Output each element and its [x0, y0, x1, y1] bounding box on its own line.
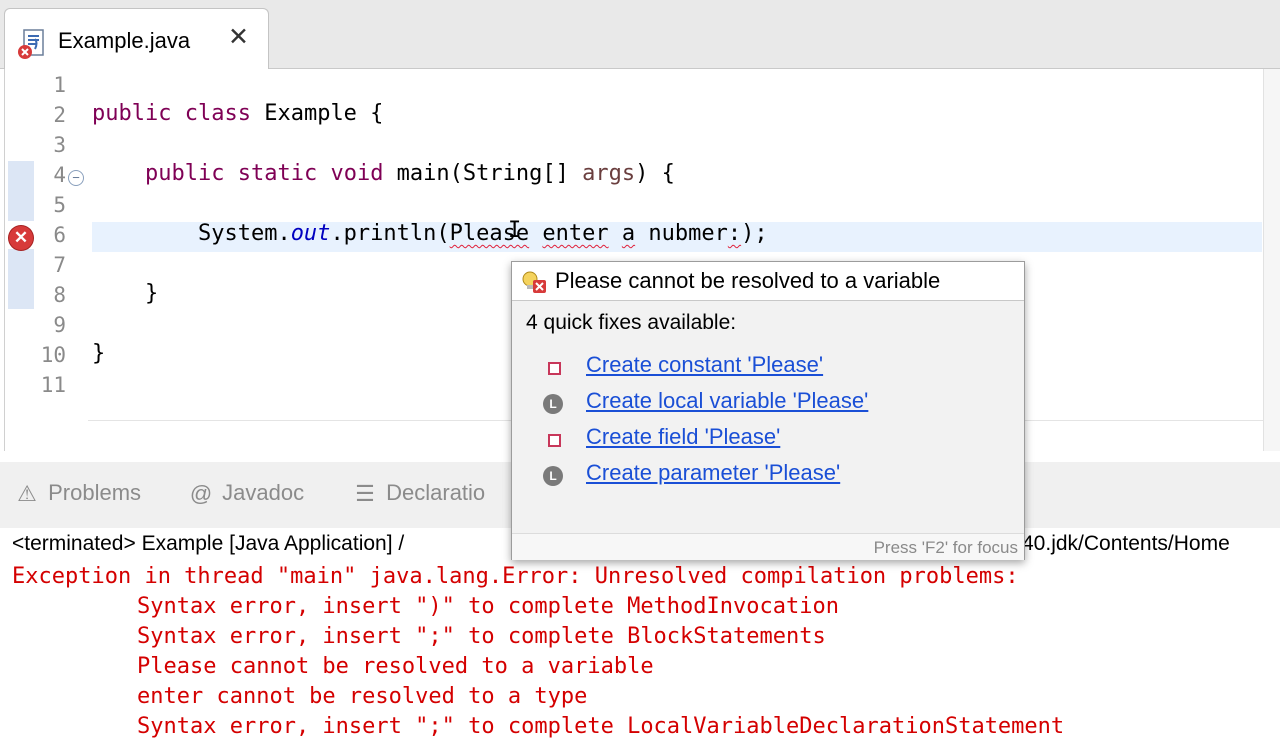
line-number: 5	[53, 193, 66, 217]
quick-fix-count: 4 quick fixes available:	[526, 311, 737, 334]
line-number: 11	[40, 373, 66, 397]
code-line-8: }	[92, 281, 159, 306]
line-number: 2	[53, 103, 66, 127]
line-number: 4	[53, 163, 66, 187]
parameter-icon: L	[543, 466, 563, 486]
overview-ruler[interactable]	[1263, 69, 1280, 451]
line-number: 1	[53, 73, 66, 97]
error-token-a[interactable]: a	[622, 221, 635, 246]
local-variable-icon: L	[543, 394, 563, 414]
java-file-error-icon	[18, 29, 44, 59]
tab-declaration[interactable]: ☰ Declaratio	[350, 480, 485, 512]
quick-fix-link[interactable]: Create local variable 'Please'	[586, 388, 868, 414]
quick-fix-header: Please cannot be resolved to a variable	[512, 262, 1024, 301]
quick-fix-item[interactable]: Create field 'Please'	[512, 421, 1024, 455]
code-text: main(String[]	[383, 161, 583, 186]
text-cursor-icon: I	[508, 218, 522, 243]
keyword: public	[92, 101, 172, 126]
code-text: nubmer	[635, 221, 728, 246]
quick-fix-item[interactable]: L Create parameter 'Please'	[512, 457, 1024, 491]
close-icon[interactable]: ✕	[228, 25, 249, 50]
quick-fix-item[interactable]: L Create local variable 'Please'	[512, 385, 1024, 419]
code-text: .println(	[330, 221, 450, 246]
tab-problems[interactable]: ⚠ Problems	[12, 480, 141, 512]
quick-fix-popup: Please cannot be resolved to a variable …	[511, 261, 1025, 560]
tab-label: Problems	[48, 480, 142, 505]
tab-label: Declaratio	[386, 480, 486, 505]
editor-tab-example-java[interactable]: Example.java ✕	[4, 8, 269, 70]
constant-icon	[548, 362, 561, 375]
error-token-enter[interactable]: enter	[542, 221, 608, 246]
focus-hint: Press 'F2' for focus	[873, 538, 1018, 557]
console-line: Please cannot be resolved to a variable	[137, 654, 654, 679]
parameter-name: args	[582, 161, 636, 186]
vertical-ruler-highlight	[8, 249, 34, 309]
quick-fix-link[interactable]: Create constant 'Please'	[586, 352, 823, 378]
code-line-4: public static void main(String[] args) {	[92, 161, 675, 186]
declaration-icon: ☰	[355, 481, 375, 507]
vertical-ruler-highlight	[8, 161, 34, 221]
error-marker-icon[interactable]: ✕	[9, 226, 33, 250]
javadoc-icon: @	[189, 481, 213, 507]
editor-tab-title: Example.java	[58, 28, 191, 53]
keyword: static	[237, 161, 318, 186]
code-line-6: System.out.println(Please enter a nubmer…	[92, 221, 768, 246]
quick-fix-item[interactable]: Create constant 'Please'	[512, 349, 1024, 383]
line-number: 9	[53, 313, 66, 337]
editor-tab-bar: Example.java ✕	[0, 0, 1280, 70]
code-text: );	[741, 221, 768, 246]
console-line: Exception in thread "main" java.lang.Err…	[12, 564, 1032, 589]
code-line-10: }	[92, 341, 106, 366]
keyword: public	[144, 161, 225, 186]
console-line: Syntax error, insert ";" to complete Blo…	[137, 624, 826, 649]
quick-fix-link[interactable]: Create field 'Please'	[586, 424, 780, 450]
collapse-icon[interactable]: −	[68, 170, 84, 186]
console-line: Syntax error, insert ")" to complete Met…	[137, 594, 839, 619]
line-number: 7	[53, 253, 66, 277]
code-text: Example {	[250, 101, 384, 126]
line-number: 6	[53, 223, 66, 247]
code-text: System.	[197, 221, 291, 246]
line-number: 10	[40, 343, 66, 367]
keyword: class	[184, 101, 251, 126]
keyword: void	[330, 161, 384, 186]
tab-javadoc[interactable]: @ Javadoc	[186, 480, 304, 512]
code-text: ) {	[635, 161, 675, 186]
console-line: Syntax error, insert ";" to complete Loc…	[137, 714, 1065, 739]
quick-fix-body: 4 quick fixes available: Create constant…	[512, 301, 1024, 533]
problems-icon: ⚠	[17, 481, 37, 507]
static-field: out	[290, 221, 331, 246]
console-header: <terminated> Example [Java Application] …	[12, 532, 405, 555]
console-header-path: 40.jdk/Contents/Home	[1022, 532, 1230, 555]
error-token-colon[interactable]: :	[728, 221, 741, 246]
quick-fix-footer: Press 'F2' for focus	[512, 533, 1024, 560]
lightbulb-error-icon	[522, 271, 546, 293]
code-line-2: public class Example {	[92, 101, 383, 126]
quick-fix-link[interactable]: Create parameter 'Please'	[586, 460, 840, 486]
quick-fix-title: Please cannot be resolved to a variable	[555, 268, 941, 293]
line-number: 3	[53, 133, 66, 157]
line-number: 8	[53, 283, 66, 307]
console-line: enter cannot be resolved to a type	[137, 684, 588, 709]
tab-label: Javadoc	[222, 480, 305, 505]
field-icon	[548, 434, 561, 447]
